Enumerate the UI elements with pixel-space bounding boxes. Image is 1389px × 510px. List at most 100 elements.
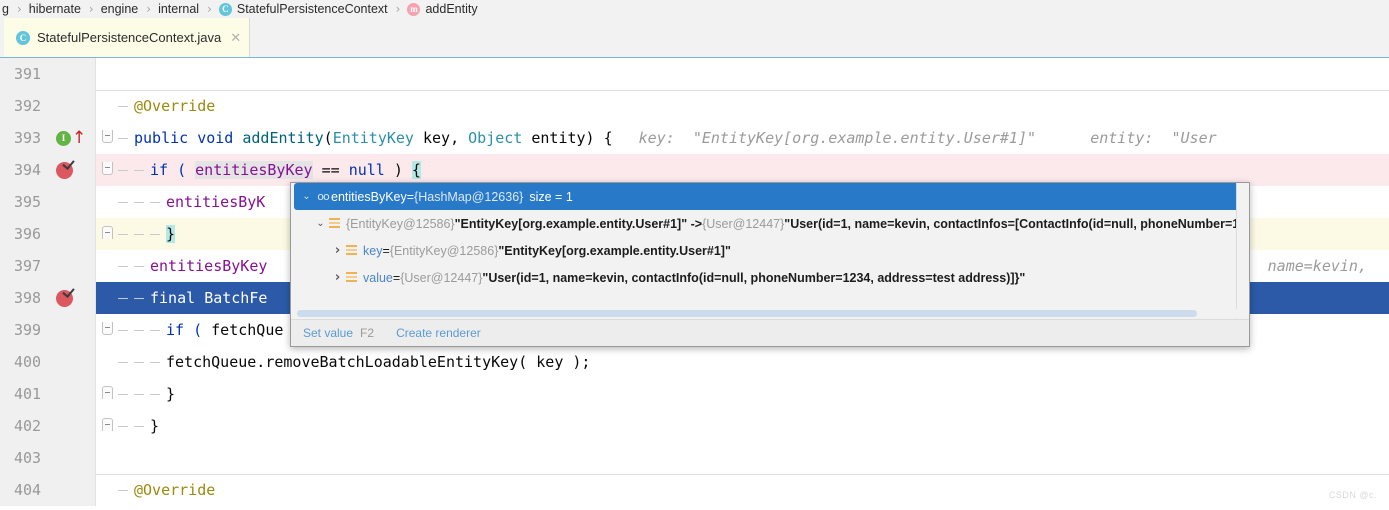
editor-gutter[interactable]: 396: [0, 218, 96, 250]
code-token: void: [197, 129, 234, 147]
code-token: Object: [468, 129, 523, 147]
fold-column[interactable]: [96, 417, 118, 435]
code-line[interactable]: 391: [0, 58, 1389, 90]
line-number: 393: [14, 129, 42, 147]
inline-debug-hint: name=kevin,: [1267, 257, 1367, 275]
variable-value: "EntityKey[org.example.entity.User#1]" -…: [454, 216, 703, 231]
popup-horizontal-scrollbar[interactable]: [292, 309, 1237, 318]
breadcrumb-item-engine[interactable]: engine: [99, 2, 141, 16]
chevron-right-icon[interactable]: ›: [329, 270, 346, 285]
gutter-markers[interactable]: [56, 154, 73, 186]
code-fold-toggle-icon[interactable]: [101, 418, 113, 431]
code-fold-toggle-icon[interactable]: [101, 322, 113, 335]
editor-gutter[interactable]: 404: [0, 474, 96, 506]
set-value-link[interactable]: Set value: [303, 326, 353, 340]
breadcrumb-item-internal[interactable]: internal: [156, 2, 201, 16]
create-renderer-link[interactable]: Create renderer: [396, 326, 481, 340]
method-badge-icon: m: [407, 2, 421, 16]
code-line-content[interactable]: public void addEntity(EntityKey key, Obj…: [96, 122, 1389, 154]
editor-gutter[interactable]: 403: [0, 442, 96, 474]
code-token: }: [150, 417, 160, 435]
editor-gutter[interactable]: 391: [0, 58, 96, 90]
code-line[interactable]: 401}: [0, 378, 1389, 410]
indent-guide: [134, 425, 144, 427]
editor-gutter[interactable]: 397: [0, 250, 96, 282]
line-number: 401: [14, 385, 42, 403]
chevron-down-icon[interactable]: ⌄: [312, 218, 329, 229]
editor-gutter[interactable]: 401: [0, 378, 96, 410]
tab-stateful-persistence-context[interactable]: C StatefulPersistenceContext.java ✕: [4, 18, 251, 57]
indent-guide: [134, 233, 144, 235]
breakpoint-verified-icon[interactable]: [56, 161, 73, 179]
debugger-tree-row[interactable]: ⌄ {EntityKey@12586} "EntityKey[org.exampl…: [291, 210, 1249, 237]
editor-gutter[interactable]: 392: [0, 90, 96, 122]
code-line-content[interactable]: [96, 58, 1389, 90]
code-fold-toggle-icon[interactable]: [101, 130, 113, 143]
breadcrumb-separator: ›: [395, 2, 401, 16]
code-line-content[interactable]: @Override: [96, 90, 1389, 122]
fold-column[interactable]: [96, 321, 118, 339]
code-token: public: [134, 129, 189, 147]
code-fold-toggle-icon[interactable]: [101, 162, 113, 175]
line-number: 399: [14, 321, 42, 339]
fold-column[interactable]: [96, 161, 118, 179]
implements-method-icon[interactable]: I: [56, 130, 71, 146]
breadcrumb-label: StatefulPersistenceContext: [236, 2, 388, 16]
code-token: entitiesByK: [166, 193, 266, 211]
code-token: addEntity: [242, 129, 324, 147]
gutter-markers[interactable]: I ↑: [56, 122, 86, 154]
code-fold-toggle-icon[interactable]: [101, 226, 113, 239]
watermark: CSDN @c.: [1328, 490, 1377, 500]
code-token: final: [150, 289, 205, 307]
code-line[interactable]: 393 I ↑ public void addEntity(EntityKey key…: [0, 122, 1389, 154]
chevron-right-icon[interactable]: ›: [329, 243, 346, 258]
scrollbar-thumb[interactable]: [297, 310, 1197, 317]
code-line-content[interactable]: [96, 442, 1389, 474]
debugger-variable-tree[interactable]: ⌄ oo entitiesByKey = {HashMap@12636} size …: [291, 183, 1249, 291]
indent-guide: [150, 329, 160, 331]
code-line-content[interactable]: }: [96, 378, 1389, 410]
breadcrumb-item-class[interactable]: C StatefulPersistenceContext: [217, 2, 390, 16]
code-line-content[interactable]: }: [96, 410, 1389, 442]
fold-column[interactable]: [96, 129, 118, 147]
debugger-tree-row[interactable]: ⌄ oo entitiesByKey = {HashMap@12636} size …: [294, 183, 1246, 210]
close-icon[interactable]: ✕: [230, 31, 241, 44]
code-token: fetchQue: [211, 321, 284, 339]
editor-gutter[interactable]: 398: [0, 282, 96, 314]
breadcrumb-item-org[interactable]: g: [0, 2, 11, 16]
editor-gutter[interactable]: 399: [0, 314, 96, 346]
code-fold-toggle-icon[interactable]: [101, 386, 113, 399]
variable-value: "User(id=1, name=kevin, contactInfo(id=n…: [482, 270, 1026, 285]
popup-footer: Set value F2 Create renderer: [291, 319, 1249, 346]
code-token: }: [166, 225, 176, 243]
editor-gutter[interactable]: 402: [0, 410, 96, 442]
debugger-tree-row[interactable]: › value = {User@12447} "User(id=1, name=k…: [291, 264, 1249, 291]
editor-gutter[interactable]: 393 I ↑: [0, 122, 96, 154]
map-entry-icon: [346, 272, 357, 283]
breadcrumb-item-hibernate[interactable]: hibernate: [27, 2, 83, 16]
editor-gutter[interactable]: 394: [0, 154, 96, 186]
equals-sign: =: [382, 243, 390, 258]
debugger-tree-row[interactable]: › key = {EntityKey@12586} "EntityKey[org.…: [291, 237, 1249, 264]
code-line[interactable]: 402}: [0, 410, 1389, 442]
breadcrumb-item-method[interactable]: m addEntity: [405, 2, 479, 16]
override-arrow-icon[interactable]: ↑: [72, 129, 86, 146]
editor-gutter[interactable]: 400: [0, 346, 96, 378]
debugger-value-popup[interactable]: ⌄ oo entitiesByKey = {HashMap@12636} size …: [290, 182, 1250, 347]
indent-guide: [118, 393, 128, 395]
fold-column[interactable]: [96, 225, 118, 243]
code-line[interactable]: 404 @Override: [0, 474, 1389, 506]
code-line[interactable]: 403: [0, 442, 1389, 474]
breakpoint-verified-icon[interactable]: [56, 289, 73, 307]
indent-guide: [150, 233, 160, 235]
editor-gutter[interactable]: 395: [0, 186, 96, 218]
code-token: }: [166, 385, 176, 403]
code-line-content[interactable]: @Override: [96, 474, 1389, 506]
collection-size: size = 1: [529, 189, 573, 204]
gutter-markers[interactable]: [56, 282, 73, 314]
code-line[interactable]: 400 fetchQueue.removeBatchLoadableEntityK…: [0, 346, 1389, 378]
code-line[interactable]: 392 @Override: [0, 90, 1389, 122]
code-line-content[interactable]: fetchQueue.removeBatchLoadableEntityKey(…: [96, 346, 1389, 378]
chevron-down-icon[interactable]: ⌄: [298, 191, 315, 202]
fold-column[interactable]: [96, 385, 118, 403]
